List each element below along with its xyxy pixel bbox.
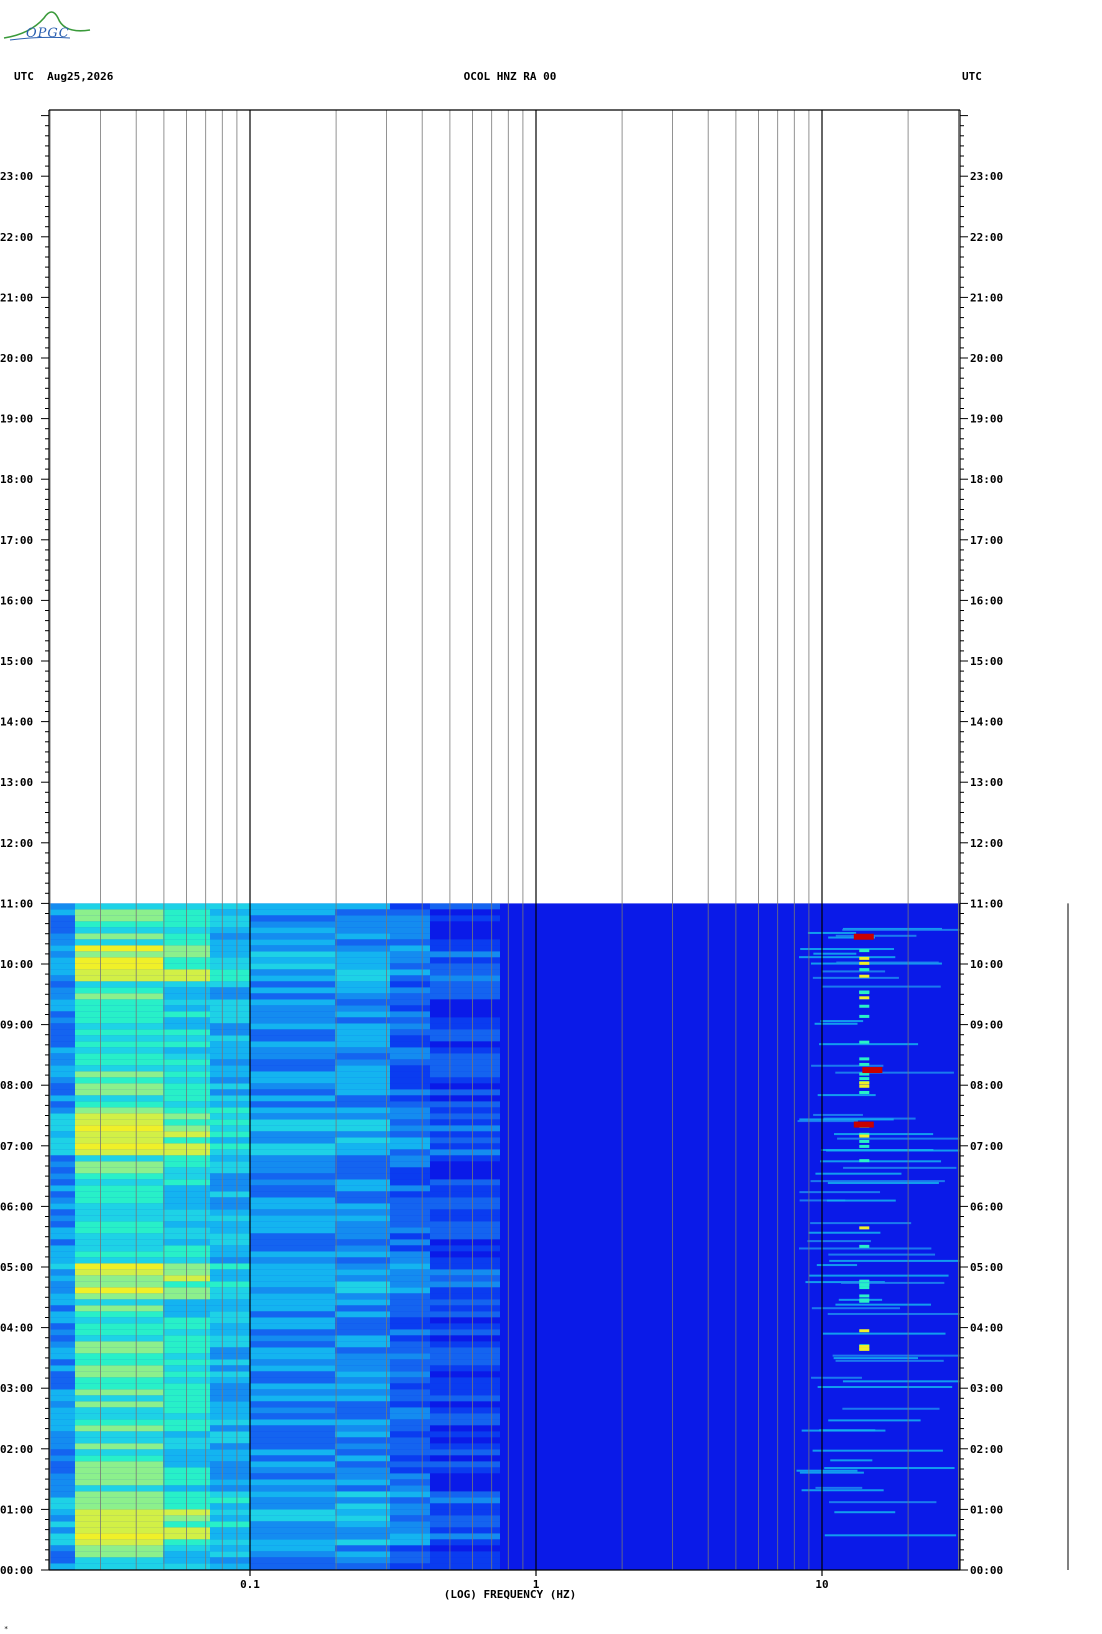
x-tick-label: 0.1 xyxy=(240,1578,260,1591)
y-tick-label-right: 17:00 xyxy=(970,534,1003,547)
y-tick-label-right: 14:00 xyxy=(970,716,1003,729)
y-tick-label-left: 09:00 xyxy=(0,1019,33,1032)
y-tick-label-left: 15:00 xyxy=(0,655,33,668)
y-tick-label-left: 11:00 xyxy=(0,897,33,910)
y-tick-label-left: 20:00 xyxy=(0,352,33,365)
y-tick-label-left: 06:00 xyxy=(0,1200,33,1213)
event-mark-2 xyxy=(853,933,874,940)
y-tick-label-right: 02:00 xyxy=(970,1443,1003,1456)
y-tick-label-right: 22:00 xyxy=(970,231,1003,244)
y-tick-label-right: 00:00 xyxy=(970,1564,1003,1577)
y-tick-label-right: 07:00 xyxy=(970,1140,1003,1153)
y-tick-label-right: 03:00 xyxy=(970,1382,1003,1395)
y-tick-label-left: 14:00 xyxy=(0,716,33,729)
y-tick-label-left: 01:00 xyxy=(0,1503,33,1516)
y-tick-label-left: 22:00 xyxy=(0,231,33,244)
y-tick-label-right: 09:00 xyxy=(970,1019,1003,1032)
y-tick-label-left: 17:00 xyxy=(0,534,33,547)
y-tick-label-right: 21:00 xyxy=(970,291,1003,304)
y-tick-label-left: 23:00 xyxy=(0,170,33,183)
y-tick-label-left: 04:00 xyxy=(0,1322,33,1335)
y-tick-label-right: 15:00 xyxy=(970,655,1003,668)
y-tick-label-right: 08:00 xyxy=(970,1079,1003,1092)
y-tick-label-left: 02:00 xyxy=(0,1443,33,1456)
y-tick-label-left: 21:00 xyxy=(0,291,33,304)
y-tick-label-left: 12:00 xyxy=(0,837,33,850)
y-tick-label-left: 10:00 xyxy=(0,958,33,971)
heatmap-layer xyxy=(49,903,960,1570)
y-tick-label-right: 12:00 xyxy=(970,837,1003,850)
y-tick-label-right: 10:00 xyxy=(970,958,1003,971)
y-tick-label-left: 05:00 xyxy=(0,1261,33,1274)
y-tick-label-right: 20:00 xyxy=(970,352,1003,365)
y-tick-label-left: 07:00 xyxy=(0,1140,33,1153)
y-tick-label-right: 13:00 xyxy=(970,776,1003,789)
y-tick-label-left: 00:00 xyxy=(0,1564,33,1577)
y-tick-label-left: 08:00 xyxy=(0,1079,33,1092)
x-axis-label: (LOG) FREQUENCY (HZ) xyxy=(443,1588,577,1601)
y-tick-label-left: 13:00 xyxy=(0,776,33,789)
y-tick-label-right: 18:00 xyxy=(970,473,1003,486)
y-tick-label-left: 19:00 xyxy=(0,413,33,426)
event-mark-0 xyxy=(853,1121,874,1128)
y-tick-label-right: 01:00 xyxy=(970,1503,1003,1516)
y-tick-label-left: 03:00 xyxy=(0,1382,33,1395)
y-tick-label-right: 05:00 xyxy=(970,1261,1003,1274)
y-tick-label-left: 16:00 xyxy=(0,594,33,607)
spectrogram-chart: 00:00 00:00 01:00 01:00 02:00 02:00 03:00 03:00… xyxy=(0,109,1069,1591)
y-tick-label-right: 16:00 xyxy=(970,594,1003,607)
x-tick-label: 10 xyxy=(815,1578,828,1591)
y-tick-label-right: 06:00 xyxy=(970,1200,1003,1213)
footnote: * xyxy=(4,1625,9,1633)
event-mark-1 xyxy=(862,1067,883,1074)
y-tick-label-right: 19:00 xyxy=(970,413,1003,426)
y-tick-label-right: 04:00 xyxy=(970,1322,1003,1335)
y-tick-label-right: 11:00 xyxy=(970,897,1003,910)
y-tick-label-left: 18:00 xyxy=(0,473,33,486)
y-tick-label-right: 23:00 xyxy=(970,170,1003,183)
